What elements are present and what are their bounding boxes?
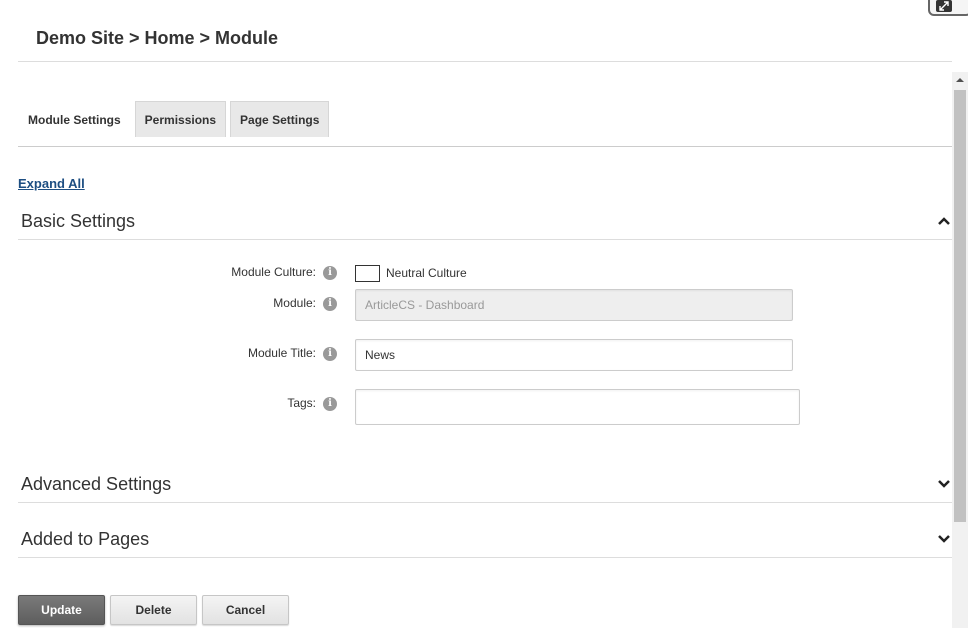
update-button[interactable]: Update	[18, 595, 105, 625]
tab-divider	[18, 146, 952, 147]
tags-input[interactable]	[355, 389, 800, 425]
resize-icon	[936, 0, 952, 12]
added-to-pages-header[interactable]: Added to Pages	[21, 529, 149, 550]
info-icon[interactable]: i	[323, 297, 337, 311]
module-field: ArticleCS - Dashboard	[355, 289, 793, 321]
tab-permissions[interactable]: Permissions	[134, 101, 227, 137]
chevron-down-icon[interactable]	[937, 532, 951, 546]
module-title-input[interactable]: News	[355, 339, 793, 371]
expand-all-link[interactable]: Expand All	[18, 176, 85, 191]
module-title-label: Module Title:	[247, 346, 316, 360]
module-label: Module:	[273, 296, 316, 310]
info-icon[interactable]: i	[323, 347, 337, 361]
chevron-up-icon[interactable]	[937, 214, 951, 228]
tags-label: Tags:	[287, 396, 316, 410]
tab-module-settings[interactable]: Module Settings	[18, 101, 131, 137]
breadcrumb: Demo Site > Home > Module	[36, 28, 279, 48]
neutral-culture-label: Neutral Culture	[386, 266, 467, 280]
neutral-culture-checkbox[interactable]	[355, 265, 380, 282]
advanced-settings-header[interactable]: Advanced Settings	[21, 474, 171, 495]
advanced-settings-divider	[18, 502, 952, 503]
delete-button[interactable]: Delete	[110, 595, 197, 625]
added-to-pages-divider	[18, 557, 952, 558]
scroll-up-arrow-icon[interactable]	[954, 74, 966, 86]
basic-settings-header[interactable]: Basic Settings	[21, 211, 135, 232]
module-culture-label: Module Culture:	[231, 265, 316, 279]
header-divider	[18, 61, 952, 62]
tab-page-settings[interactable]: Page Settings	[230, 101, 330, 137]
cancel-button[interactable]: Cancel	[202, 595, 289, 625]
scrollbar-thumb[interactable]	[954, 90, 966, 522]
chevron-down-icon[interactable]	[937, 477, 951, 491]
info-icon[interactable]: i	[323, 397, 337, 411]
restore-window-button[interactable]	[928, 0, 968, 16]
tab-bar: Module Settings Permissions Page Setting…	[18, 101, 330, 137]
info-icon[interactable]: i	[323, 266, 337, 280]
basic-settings-divider	[18, 239, 952, 240]
